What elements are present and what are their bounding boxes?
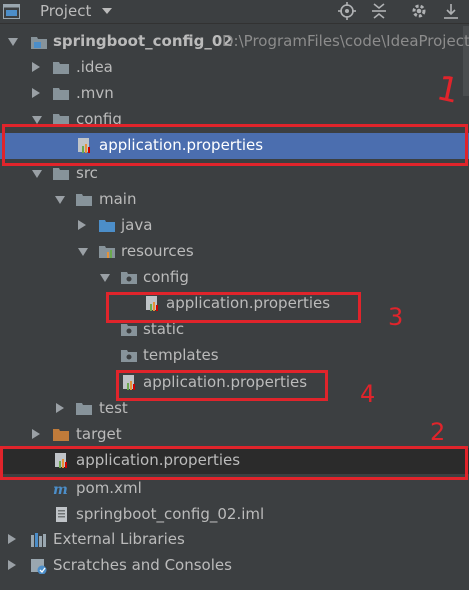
chevron-right-icon[interactable] — [32, 62, 40, 72]
folder-label: target — [76, 425, 122, 443]
tree-row-java[interactable]: java — [0, 213, 469, 239]
folder-label: src — [76, 164, 98, 182]
annotation-box-3 — [106, 292, 361, 323]
tree-label: Scratches and Consoles — [53, 556, 232, 574]
tree-row-iml[interactable]: springboot_config_02.iml — [0, 502, 469, 528]
chevron-right-icon[interactable] — [56, 403, 64, 413]
folder-label: java — [121, 216, 153, 234]
folder-icon — [53, 88, 69, 100]
tree-label: External Libraries — [53, 530, 185, 548]
folder-label: .idea — [76, 58, 113, 76]
chevron-right-icon[interactable] — [8, 560, 16, 570]
annotation-box-1 — [2, 124, 468, 166]
package-folder-icon — [121, 324, 137, 336]
module-folder-icon — [31, 37, 47, 49]
excluded-folder-icon — [53, 429, 69, 441]
svg-text:m: m — [53, 482, 68, 497]
source-folder-icon — [99, 220, 115, 232]
annotation-mark-2: 2 — [430, 418, 446, 446]
root-path-label: D:\ProgramFiles\code\IdeaProject — [222, 32, 469, 50]
tree-row-scratches[interactable]: Scratches and Consoles — [0, 553, 469, 579]
folder-icon — [76, 403, 92, 415]
annotation-box-4 — [116, 370, 328, 401]
project-view-icon — [3, 4, 20, 19]
annotation-mark-4: 4 — [360, 380, 376, 408]
folder-icon — [76, 194, 92, 206]
maven-icon: m — [53, 482, 68, 497]
chevron-down-icon[interactable] — [32, 170, 42, 178]
tree-row-main[interactable]: main — [0, 187, 469, 213]
resources-folder-icon — [99, 246, 115, 258]
chevron-right-icon[interactable] — [32, 429, 40, 439]
folder-label: test — [99, 399, 128, 417]
root-module-label: springboot_config_02 — [53, 32, 233, 50]
project-tool-window: Project springboot_config_02 D:\ProgramF… — [0, 0, 469, 590]
chevron-right-icon[interactable] — [78, 220, 86, 230]
folder-label: resources — [121, 242, 194, 260]
module-file-icon — [56, 507, 67, 522]
chevron-down-icon[interactable] — [78, 248, 88, 256]
chevron-down-icon[interactable] — [55, 196, 65, 204]
tree-row-res-config[interactable]: config — [0, 265, 469, 291]
tree-row-root[interactable]: springboot_config_02 D:\ProgramFiles\cod… — [0, 29, 469, 55]
folder-icon — [53, 62, 69, 74]
annotation-mark-3: 3 — [388, 303, 404, 331]
folder-label: main — [99, 190, 137, 208]
hide-icon[interactable] — [440, 0, 462, 22]
tree-row-resources[interactable]: resources — [0, 239, 469, 265]
package-folder-icon — [121, 272, 137, 284]
tree-row-external-libraries[interactable]: External Libraries — [0, 527, 469, 553]
scratches-icon — [31, 559, 47, 574]
package-folder-icon — [121, 350, 137, 362]
chevron-right-icon[interactable] — [32, 88, 40, 98]
tree-row-target[interactable]: target — [0, 422, 469, 448]
file-label: pom.xml — [76, 479, 142, 497]
folder-label: .mvn — [76, 84, 114, 102]
tree-row-mvn[interactable]: .mvn — [0, 81, 469, 107]
chevron-down-icon[interactable] — [32, 116, 42, 124]
library-icon — [31, 533, 46, 547]
settings-icon[interactable] — [408, 0, 430, 22]
file-label: springboot_config_02.iml — [76, 505, 265, 523]
folder-label: config — [143, 268, 189, 286]
collapse-all-icon[interactable] — [368, 0, 390, 22]
chevron-down-icon[interactable] — [100, 274, 110, 282]
folder-icon — [53, 168, 69, 180]
chevron-down-icon[interactable] — [102, 8, 112, 14]
project-view-title[interactable]: Project — [40, 2, 91, 20]
locate-icon[interactable] — [336, 0, 358, 22]
tree-row-idea[interactable]: .idea — [0, 55, 469, 81]
folder-label: templates — [143, 346, 219, 364]
chevron-down-icon[interactable] — [8, 38, 18, 46]
project-header: Project — [0, 0, 469, 24]
annotation-box-2 — [0, 446, 468, 480]
chevron-right-icon[interactable] — [8, 534, 16, 544]
tree-row-templates[interactable]: templates — [0, 343, 469, 369]
